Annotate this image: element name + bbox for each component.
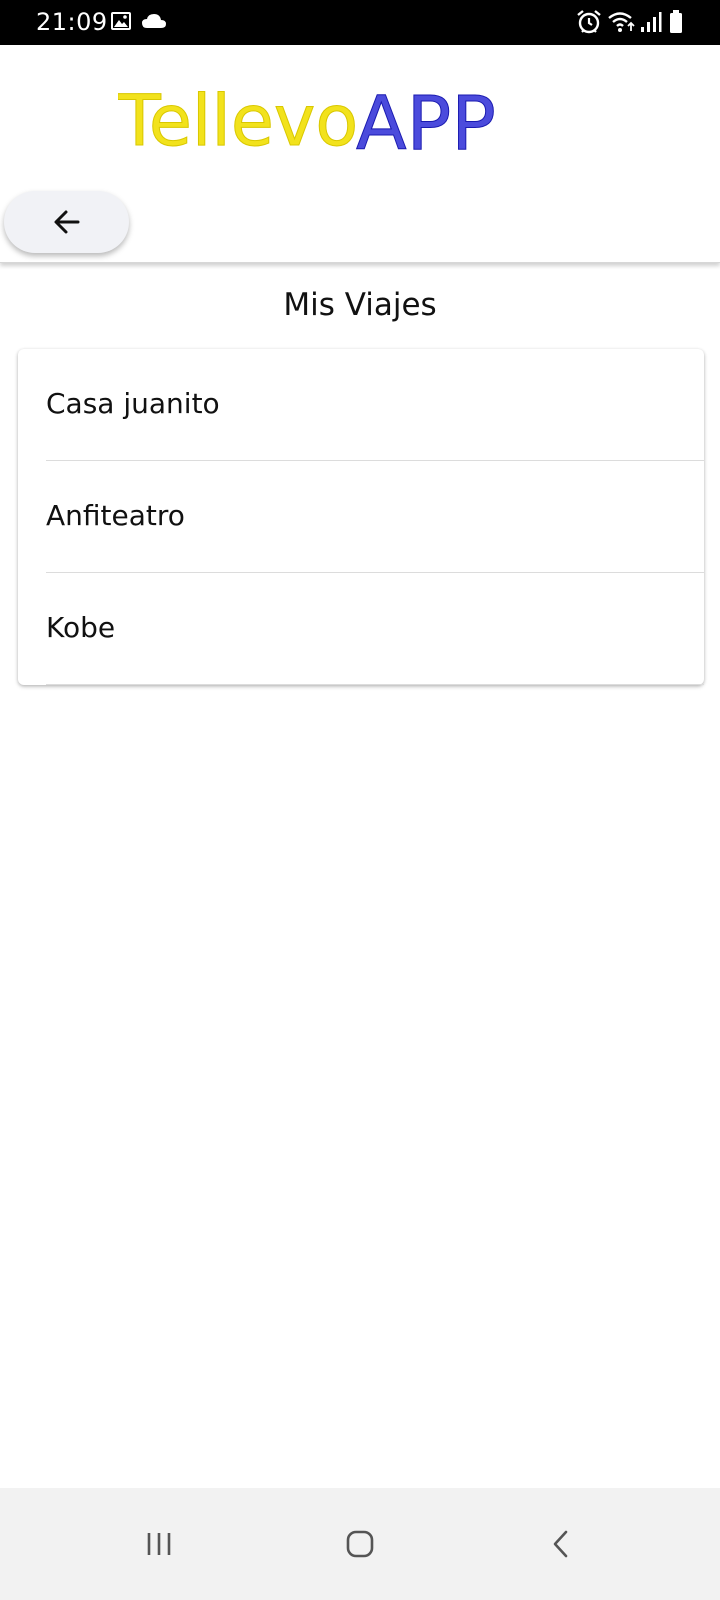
trip-label: Casa juanito: [46, 387, 220, 420]
page-title: Mis Viajes: [283, 287, 437, 323]
status-bar: 21:09: [0, 0, 720, 45]
arrow-left-icon: [54, 210, 80, 234]
logo-text-part2: APP: [356, 81, 496, 167]
system-nav-bar: [0, 1488, 720, 1600]
status-time: 21:09: [36, 8, 108, 36]
alarm-icon: [576, 9, 602, 35]
battery-icon: [669, 10, 683, 34]
trip-label: Anfiteatro: [46, 499, 185, 532]
signal-icon: [640, 11, 662, 33]
trips-list: Casa juanito Anfiteatro Kobe: [18, 349, 704, 685]
back-nav-icon: [553, 1530, 568, 1558]
app-logo: Tellevo APP: [117, 67, 498, 168]
image-icon: [110, 10, 132, 32]
logo-text-part1: Tellevo: [118, 80, 358, 162]
home-icon: [346, 1530, 374, 1558]
cloud-icon: [141, 12, 167, 30]
trip-label: Kobe: [46, 611, 116, 644]
back-button[interactable]: [4, 191, 129, 253]
app-screen: 21:09 Tellevo APP Mis Viajes Casa juanit…: [0, 0, 720, 1600]
app-header: Tellevo APP: [0, 45, 720, 263]
home-button[interactable]: [310, 1488, 410, 1600]
list-item[interactable]: Kobe: [46, 573, 704, 685]
wifi-icon: [607, 10, 637, 34]
system-back-button[interactable]: [511, 1488, 611, 1600]
list-item[interactable]: Anfiteatro: [46, 461, 704, 573]
list-item[interactable]: Casa juanito: [46, 349, 704, 461]
recent-apps-icon: [147, 1533, 171, 1555]
recent-apps-button[interactable]: [109, 1488, 209, 1600]
